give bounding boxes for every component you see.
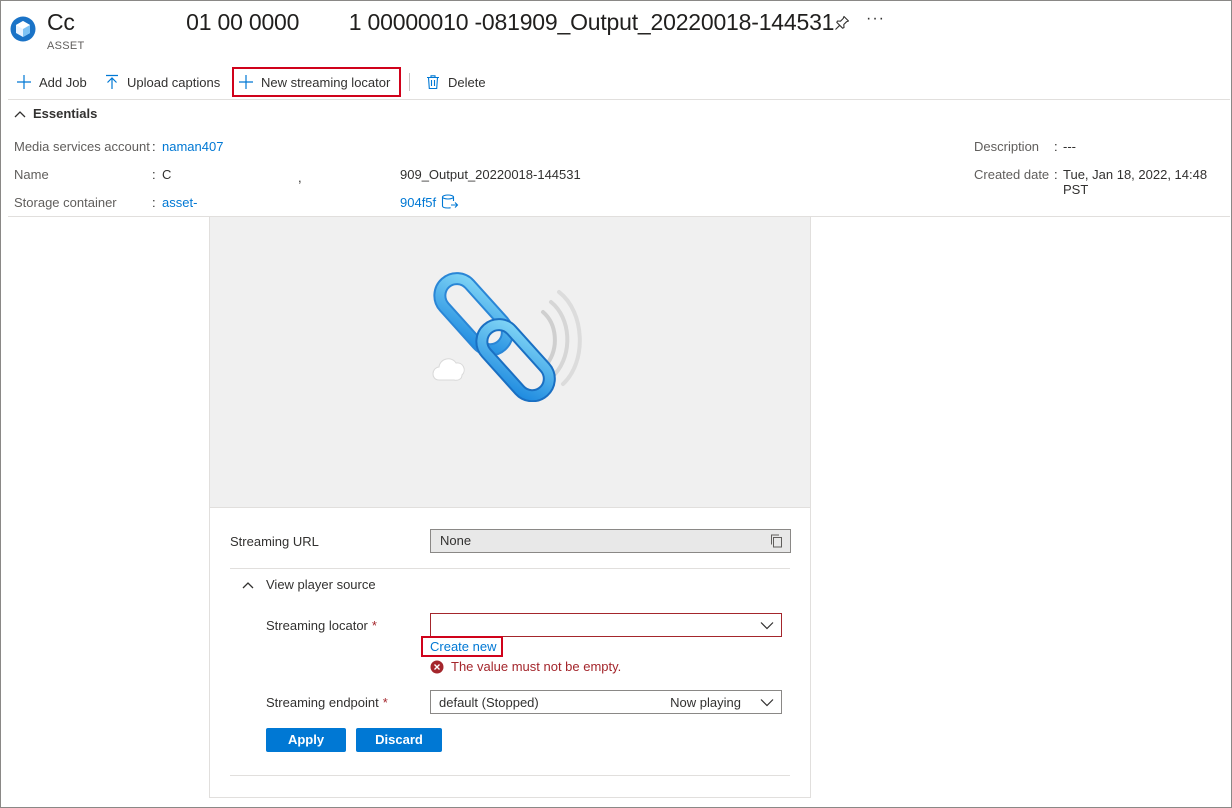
- plus-icon: [17, 75, 31, 89]
- view-player-source-toggle[interactable]: View player source: [242, 577, 376, 592]
- streaming-locator-label-text: Streaming locator: [266, 618, 368, 633]
- error-icon: [430, 660, 444, 673]
- media-services-account-link[interactable]: naman407: [162, 139, 223, 154]
- created-date-label: Created date: [974, 167, 1050, 182]
- toolbar-divider-line: [8, 99, 1230, 100]
- streaming-locator-label: Streaming locator *: [266, 618, 377, 633]
- colon: :: [1054, 139, 1058, 154]
- add-job-label: Add Job: [39, 74, 87, 90]
- plus-icon: [239, 75, 253, 89]
- colon: :: [152, 167, 156, 182]
- colon: :: [152, 195, 156, 210]
- player-placeholder: [210, 217, 810, 508]
- streaming-url-value: None: [440, 533, 472, 548]
- chevron-up-icon: [242, 581, 254, 588]
- chevron-up-icon: [14, 110, 26, 117]
- required-mark: *: [371, 618, 377, 633]
- discard-button[interactable]: Discard: [356, 728, 442, 752]
- pin-icon[interactable]: [834, 15, 850, 31]
- storage-container-link-start[interactable]: asset-: [162, 195, 197, 210]
- storage-container-label: Storage container: [14, 195, 117, 210]
- upload-icon: [106, 74, 118, 89]
- copy-icon[interactable]: [770, 534, 783, 548]
- new-streaming-locator-label: New streaming locator: [261, 74, 391, 90]
- new-streaming-locator-button[interactable]: New streaming locator: [238, 66, 390, 98]
- player-panel: Streaming URL None View player source St…: [209, 217, 811, 798]
- storage-container-link-end[interactable]: 904f5f: [400, 195, 436, 210]
- view-player-source-label: View player source: [266, 577, 376, 592]
- name-value-end: 909_Output_20220018-144531: [400, 167, 581, 182]
- streaming-locator-dropdown[interactable]: [430, 613, 782, 637]
- description-label: Description: [974, 139, 1040, 154]
- media-services-account-label: Media services account: [14, 139, 150, 154]
- delete-label: Delete: [448, 74, 486, 90]
- streaming-url-field[interactable]: None: [430, 529, 791, 553]
- page-subtitle: ASSET: [47, 40, 85, 52]
- storage-explorer-icon[interactable]: [441, 194, 459, 210]
- streaming-endpoint-dropdown[interactable]: default (Stopped) Now playing: [430, 690, 782, 714]
- streaming-url-label: Streaming URL: [230, 534, 319, 549]
- validation-error: The value must not be empty.: [430, 659, 621, 674]
- more-icon[interactable]: ···: [866, 10, 885, 28]
- streaming-endpoint-status: Now playing: [670, 695, 741, 710]
- add-job-button[interactable]: Add Job: [16, 66, 87, 98]
- description-value: ---: [1063, 139, 1076, 154]
- command-bar: Add Job Upload captions New streaming lo…: [0, 66, 1232, 98]
- chevron-down-icon: [760, 699, 774, 707]
- colon: :: [1054, 167, 1058, 182]
- delete-button[interactable]: Delete: [425, 66, 486, 98]
- streaming-link-illustration: [432, 272, 582, 402]
- upload-captions-button[interactable]: Upload captions: [104, 66, 220, 98]
- streaming-endpoint-label-text: Streaming endpoint: [266, 695, 379, 710]
- asset-logo-icon: [10, 16, 36, 42]
- essentials-label: Essentials: [33, 106, 98, 121]
- streaming-endpoint-label: Streaming endpoint *: [266, 695, 388, 710]
- required-mark: *: [382, 695, 388, 710]
- name-value-start: C: [162, 167, 172, 182]
- toolbar-divider: [409, 73, 410, 91]
- section-divider: [230, 775, 790, 776]
- name-value-mid: ,: [298, 170, 302, 185]
- upload-captions-label: Upload captions: [127, 74, 221, 90]
- trash-icon: [427, 75, 439, 90]
- essentials-toggle[interactable]: Essentials: [14, 106, 97, 121]
- create-new-link[interactable]: Create new: [430, 639, 496, 654]
- streaming-endpoint-value: default (Stopped): [439, 695, 539, 710]
- section-divider: [230, 568, 790, 569]
- page-title: Cc 01 00 0000 1 00000010 -081909_Output_…: [47, 9, 835, 35]
- validation-error-text: The value must not be empty.: [451, 659, 622, 674]
- name-label: Name: [14, 167, 49, 182]
- created-date-value: Tue, Jan 18, 2022, 14:48 PST: [1063, 167, 1208, 197]
- colon: :: [152, 139, 156, 154]
- apply-button[interactable]: Apply: [266, 728, 346, 752]
- chevron-down-icon: [760, 622, 774, 630]
